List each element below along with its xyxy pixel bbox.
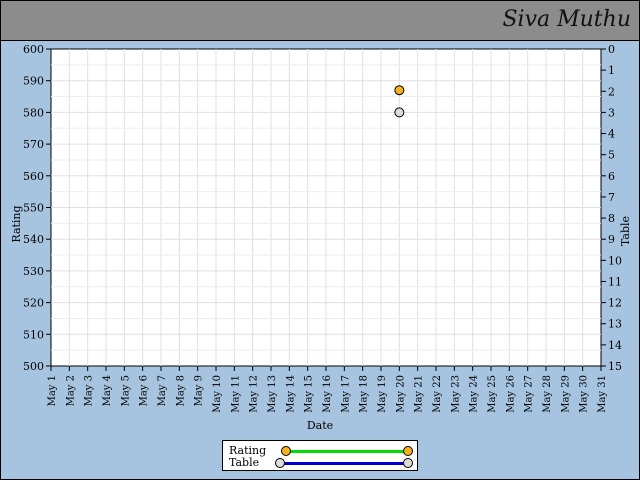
x-tick-label: May 1	[47, 375, 58, 406]
x-tick-label: May 30	[579, 375, 590, 413]
x-tick-label: May 6	[139, 375, 150, 406]
x-tick-label: May 27	[524, 375, 535, 413]
x-tick-label: May 12	[249, 375, 260, 413]
grid-lines	[51, 49, 601, 366]
x-tick-label: May 16	[322, 375, 333, 413]
y2-tick-label: 12	[608, 297, 622, 310]
y-tick-label: 530	[23, 265, 44, 278]
y-tick-label: 590	[23, 75, 44, 88]
y-axis-label: Rating	[10, 205, 23, 242]
y2-tick-label: 8	[608, 212, 615, 225]
x-tick-label: May 7	[157, 375, 168, 406]
legend-line-rating	[285, 450, 407, 453]
x-tick-label: May 5	[120, 375, 131, 406]
x-axis-label: Date	[307, 419, 333, 432]
x-tick-label: May 28	[542, 375, 553, 413]
y2-tick-label: 6	[608, 170, 615, 183]
legend-item-table: Table	[229, 456, 413, 469]
x-tick-label: May 15	[304, 375, 315, 413]
legend-marker-rating	[281, 446, 291, 456]
y-tick-label: 550	[23, 202, 44, 215]
y2-tick-label: 10	[608, 254, 622, 267]
x-tick-label: May 3	[84, 375, 95, 406]
x-tick-label: May 31	[597, 375, 608, 413]
y2-tick-label: 0	[608, 43, 615, 56]
legend-marker-table	[403, 458, 413, 468]
y2-tick-label: 13	[608, 318, 622, 331]
x-tick-label: May 19	[377, 375, 388, 413]
y2-tick-label: 7	[608, 191, 615, 204]
y2-tick-label: 4	[608, 128, 615, 141]
x-tick-label: May 14	[285, 375, 296, 413]
y-tick-label: 510	[23, 328, 44, 341]
legend-line-table	[279, 462, 407, 465]
y2-axis-label: Table	[619, 216, 632, 246]
x-tick-label: May 18	[359, 375, 370, 413]
x-tick-label: May 10	[212, 375, 223, 413]
y-tick-label: 560	[23, 170, 44, 183]
y2-tick-label: 15	[608, 360, 622, 373]
point-rating	[394, 85, 405, 96]
y-tick-label: 600	[23, 43, 44, 56]
x-tick-label: May 8	[175, 375, 186, 406]
y2-tick-label: 5	[608, 149, 615, 162]
y2-tick-label: 1	[608, 64, 615, 77]
y-tick-label: 500	[23, 360, 44, 373]
y-tick-label: 520	[23, 297, 44, 310]
point-table	[394, 107, 405, 118]
y-tick-label: 570	[23, 138, 44, 151]
y2-tick-label: 2	[608, 85, 615, 98]
x-tick-label: May 4	[102, 375, 113, 406]
x-tick-label: May 22	[432, 375, 443, 413]
y2-tick-label: 14	[608, 339, 622, 352]
x-tick-label: May 11	[230, 375, 241, 413]
legend-marker-table	[275, 458, 285, 468]
legend-label-table: Table	[229, 456, 260, 469]
y-tick-label: 580	[23, 106, 44, 119]
chart-plot: May 1 May 2 May 3 May 4 May 5 May 6 May 7 May 8…	[10, 43, 632, 432]
x-tick-label: May 23	[450, 375, 461, 413]
x-tick-label: May 17	[340, 375, 351, 413]
y-tick-label: 540	[23, 233, 44, 246]
x-tick-label: May 24	[469, 375, 480, 413]
y2-tick-label: 9	[608, 233, 615, 246]
y2-tick-label: 11	[608, 275, 622, 288]
x-tick-label: May 13	[267, 375, 278, 413]
x-tick-label: May 21	[414, 375, 425, 413]
x-tick-label: May 9	[194, 375, 205, 406]
x-tick-label: May 25	[487, 375, 498, 413]
y2-tick-label: 3	[608, 106, 615, 119]
x-tick-label: May 26	[505, 375, 516, 413]
legend-marker-rating	[403, 446, 413, 456]
x-tick-label: May 20	[395, 375, 406, 413]
legend: Rating Table	[222, 440, 418, 471]
x-tick-label: May 29	[560, 375, 571, 413]
x-tick-label: May 2	[65, 375, 76, 406]
